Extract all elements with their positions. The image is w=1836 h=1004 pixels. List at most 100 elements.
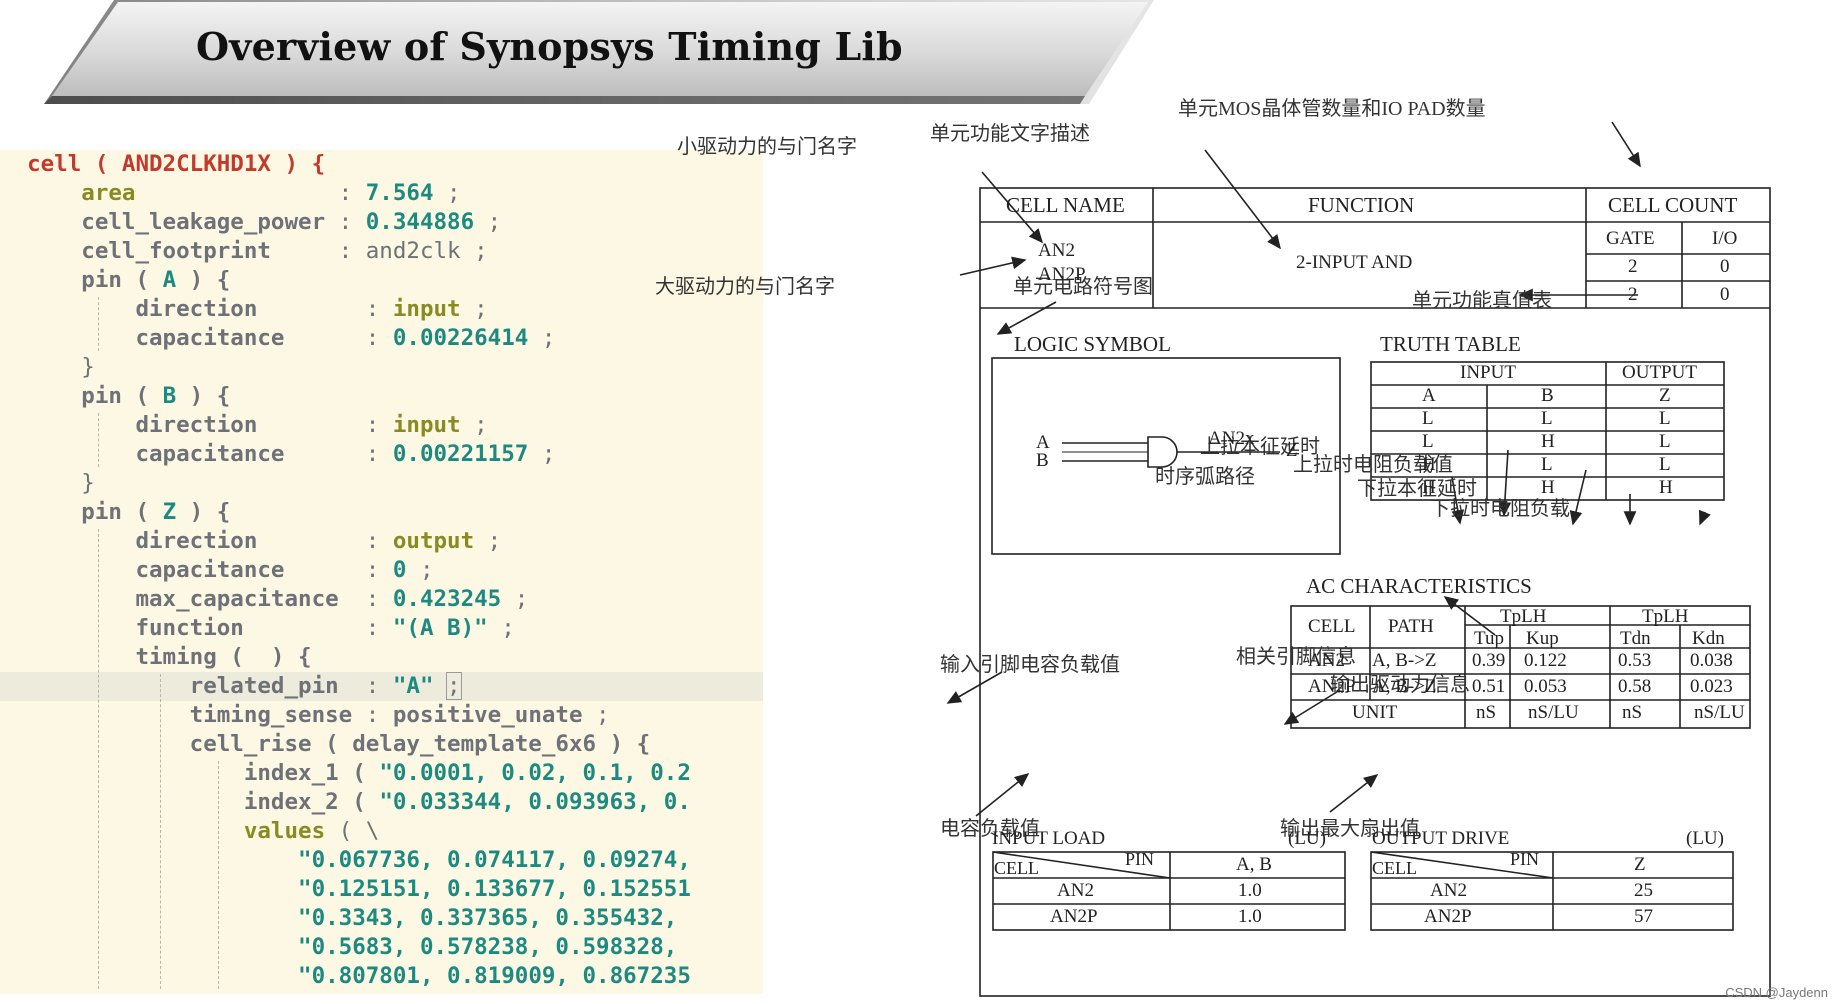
truth-cell: L xyxy=(1422,408,1434,429)
input-load-pin-hdr: PIN xyxy=(1125,849,1155,869)
page-title: Overview of Synopsys Timing Lib xyxy=(196,24,903,69)
code-token: ; xyxy=(528,325,556,351)
code-line: cell ( AND2CLKHD1X ) { xyxy=(0,150,763,179)
function-header: FUNCTION xyxy=(1308,193,1415,217)
code-token: related_pin xyxy=(189,673,339,699)
code-token: pin ( xyxy=(81,499,163,525)
function-text: 2-INPUT AND xyxy=(1296,252,1413,273)
code-line: function : "(A B)" ; xyxy=(0,614,763,643)
code-token: A xyxy=(162,267,177,293)
input-load-title: INPUT LOAD xyxy=(992,828,1106,849)
output-drive-val-an2: 25 xyxy=(1634,880,1653,901)
note-small-drive: 小驱动力的与门名字 xyxy=(677,136,857,158)
output-drive-cell-an2: AN2 xyxy=(1430,880,1467,901)
code-token: "0.125151, 0.133677, 0.152551 xyxy=(298,876,691,902)
truth-cell: H xyxy=(1659,477,1673,498)
code-token: ; xyxy=(582,702,610,728)
indent-guide xyxy=(98,529,99,989)
output-drive-title: OUTPUT DRIVE xyxy=(1372,828,1510,849)
code-token: "A" xyxy=(392,673,434,699)
input-load-cell-an2p: AN2P xyxy=(1050,906,1098,927)
truth-cell: H xyxy=(1422,454,1436,475)
code-line: timing ( ) { xyxy=(0,643,763,672)
code-token: ; xyxy=(460,412,488,438)
code-line: cell_rise ( delay_template_6x6 ) { xyxy=(0,730,763,759)
truth-col-header: Z xyxy=(1659,385,1671,406)
code-listing: cell ( AND2CLKHD1X ) { area : 7.564 ; ce… xyxy=(0,150,763,994)
code-line: pin ( B ) { xyxy=(0,382,763,411)
ac-row-value: 0.51 xyxy=(1472,676,1506,697)
code-token: "0.5683, 0.578238, 0.598328, xyxy=(298,934,678,960)
code-token: ) { xyxy=(176,383,231,409)
code-token: 0.344886 xyxy=(365,209,475,235)
truth-cell: H xyxy=(1422,477,1436,498)
note-large-drive: 大驱动力的与门名字 xyxy=(655,276,835,298)
code-token: "0.067736, 0.074117, 0.09274, xyxy=(298,847,691,873)
gate-count-an2: 2 xyxy=(1628,256,1638,277)
code-line: direction : input ; xyxy=(0,411,763,440)
code-line: "0.067736, 0.074117, 0.09274, xyxy=(0,846,763,875)
cell-count-header: CELL COUNT xyxy=(1608,193,1738,217)
code-token: cell_rise ( delay_template_6x6 ) { xyxy=(189,731,651,757)
code-token: direction xyxy=(135,412,258,438)
code-line: related_pin : "A" ; xyxy=(0,672,763,701)
truth-cell: L xyxy=(1659,408,1671,429)
truth-output-header: OUTPUT xyxy=(1622,362,1697,383)
code-line: cell_leakage_power : 0.344886 ; xyxy=(0,208,763,237)
truth-col-header: A xyxy=(1422,385,1436,406)
code-token: ( \ xyxy=(325,818,380,844)
code-line: pin ( A ) { xyxy=(0,266,763,295)
output-drive-val-an2p: 57 xyxy=(1634,906,1653,927)
input-load-col-hdr: A, B xyxy=(1236,854,1272,875)
ac-row-value: 0.038 xyxy=(1690,650,1733,671)
ac-unit: nS/LU xyxy=(1694,702,1745,723)
output-drive-unit: (LU) xyxy=(1686,828,1724,849)
code-line: capacitance : 0.00226414 ; xyxy=(0,324,763,353)
code-token: : and2clk ; xyxy=(270,238,488,264)
code-line: timing_sense : positive_unate ; xyxy=(0,701,763,730)
io-header: I/O xyxy=(1712,228,1738,249)
code-token: "0.0001, 0.02, 0.1, 0.2 xyxy=(379,760,691,786)
gate-input-b: B xyxy=(1036,450,1049,471)
code-token: "0.033344, 0.093963, 0. xyxy=(379,789,691,815)
io-count-an2: 0 xyxy=(1720,256,1730,277)
code-token: ; xyxy=(501,586,529,612)
code-token: ; xyxy=(528,441,556,467)
code-token: input xyxy=(392,296,461,322)
code-token: 7.564 xyxy=(365,180,434,206)
truth-cell: H xyxy=(1541,477,1555,498)
note-input-cap: 输入引脚电容负载值 xyxy=(940,654,1120,676)
code-token: timing_sense xyxy=(189,702,353,728)
cell-datasheet-diagram: 单元MOS晶体管数量和IO PAD数量 单元功能文字描述 小驱动力的与门名字 大… xyxy=(655,98,1836,1004)
code-token: } xyxy=(27,354,95,380)
code-token: function xyxy=(135,615,244,641)
ac-row-cell: AN2P xyxy=(1308,676,1356,697)
arrow-cap-load xyxy=(975,772,1030,817)
truth-cell: L xyxy=(1659,431,1671,452)
code-token: "0.807801, 0.819009, 0.867235 xyxy=(298,963,691,989)
code-token: ; xyxy=(474,528,502,554)
output-drive-pin-hdr: PIN xyxy=(1510,849,1540,869)
code-line: "0.807801, 0.819009, 0.867235 xyxy=(0,962,763,991)
code-line: values ( \ xyxy=(0,817,763,846)
code-token: positive_unate xyxy=(392,702,583,728)
ac-unit: nS/LU xyxy=(1528,702,1579,723)
code-token: "(A B)" xyxy=(392,615,488,641)
indent-guide xyxy=(98,297,99,351)
code-token: : xyxy=(135,180,366,206)
ac-row-path: A, B->Z xyxy=(1372,676,1437,697)
code-line: cell_footprint : and2clk ; xyxy=(0,237,763,266)
input-load-val-an2: 1.0 xyxy=(1238,880,1262,901)
